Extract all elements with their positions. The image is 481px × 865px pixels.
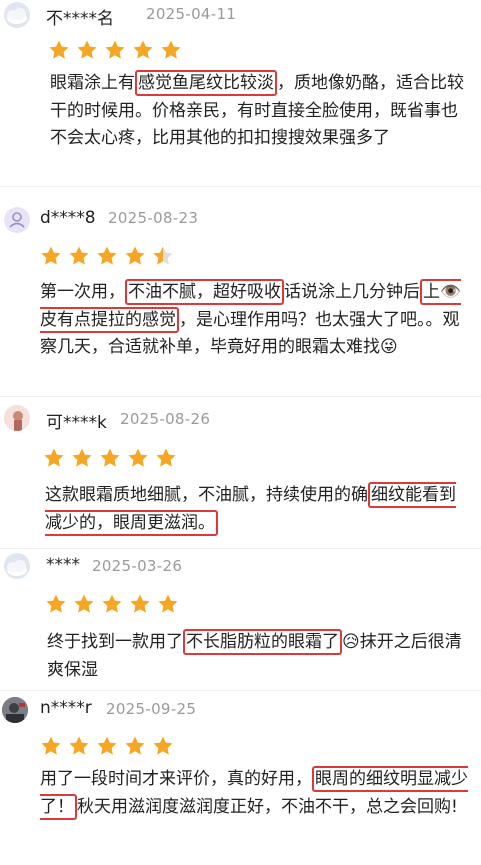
avatar[interactable] bbox=[2, 697, 28, 723]
star-icon bbox=[77, 40, 97, 59]
highlight-box: 感觉鱼尾纹比较淡 bbox=[135, 70, 277, 96]
review-text: 用了一段时间才来评价，真的好用， 眼周的细纹明显减少了！ 秋天用滋润度滋润度正好，不… bbox=[40, 766, 472, 821]
username[interactable]: **** bbox=[46, 555, 80, 575]
star-icon bbox=[69, 246, 89, 265]
highlight-box: 不油不腻，超好吸收 bbox=[125, 279, 284, 305]
star-icon bbox=[74, 594, 94, 613]
divider bbox=[0, 396, 481, 397]
username[interactable]: 不****名 bbox=[46, 4, 114, 29]
avatar[interactable] bbox=[4, 553, 30, 579]
star-icon bbox=[41, 246, 61, 265]
star-icon bbox=[41, 736, 61, 755]
star-icon bbox=[158, 594, 178, 613]
star-icon bbox=[46, 594, 66, 613]
star-icon bbox=[102, 594, 122, 613]
divider bbox=[0, 186, 481, 187]
star-icon bbox=[105, 40, 125, 59]
star-icon bbox=[49, 40, 69, 59]
star-rating bbox=[48, 39, 182, 61]
review-date: 2025-09-25 bbox=[106, 700, 197, 718]
star-rating bbox=[45, 593, 179, 615]
divider bbox=[0, 548, 481, 549]
star-icon bbox=[153, 736, 173, 755]
avatar[interactable] bbox=[4, 2, 30, 28]
star-icon bbox=[161, 40, 181, 59]
star-icon bbox=[97, 736, 117, 755]
star-icon bbox=[125, 246, 145, 265]
star-icon bbox=[69, 736, 89, 755]
star-rating bbox=[40, 245, 174, 267]
avatar[interactable] bbox=[4, 405, 30, 431]
review-date: 2025-04-11 bbox=[146, 5, 237, 23]
star-icon bbox=[156, 448, 176, 467]
username[interactable]: n****r bbox=[40, 698, 92, 718]
review-text: 终于找到一款用了 不长脂肪粒的眼霜了 😥抹开之后很清爽保湿 bbox=[47, 629, 472, 684]
avatar[interactable] bbox=[4, 207, 30, 233]
star-icon bbox=[153, 246, 173, 265]
star-icon bbox=[128, 448, 148, 467]
review-date: 2025-03-26 bbox=[92, 557, 183, 575]
star-icon bbox=[100, 448, 120, 467]
star-icon bbox=[97, 246, 117, 265]
star-icon bbox=[125, 736, 145, 755]
highlight-box: 不长脂肪粒的眼霜了 bbox=[183, 629, 342, 655]
star-rating bbox=[40, 735, 174, 757]
star-icon bbox=[44, 448, 64, 467]
star-rating bbox=[43, 447, 177, 469]
review-date: 2025-08-26 bbox=[120, 410, 211, 428]
star-icon bbox=[133, 40, 153, 59]
divider bbox=[0, 690, 481, 691]
review-text: 眼霜涂上有 感觉鱼尾纹比较淡 ，质地像奶酪，适合比较干的时候用。价格亲民，有时直接全… bbox=[50, 70, 468, 153]
review-date: 2025-08-23 bbox=[108, 209, 199, 227]
review-text: 这款眼霜质地细腻，不油腻，持续使用的确 细纹能看到减少的，眼周更滋润。 bbox=[45, 482, 470, 537]
star-icon bbox=[72, 448, 92, 467]
username[interactable]: 可****k bbox=[46, 408, 107, 433]
star-icon bbox=[130, 594, 150, 613]
review-text: 第一次用， 不油不腻，超好吸收 话说涂上几分钟后 上👁️皮有点提拉的感觉 ，是心理作用吗… bbox=[40, 279, 465, 362]
username[interactable]: d****8 bbox=[40, 208, 96, 228]
